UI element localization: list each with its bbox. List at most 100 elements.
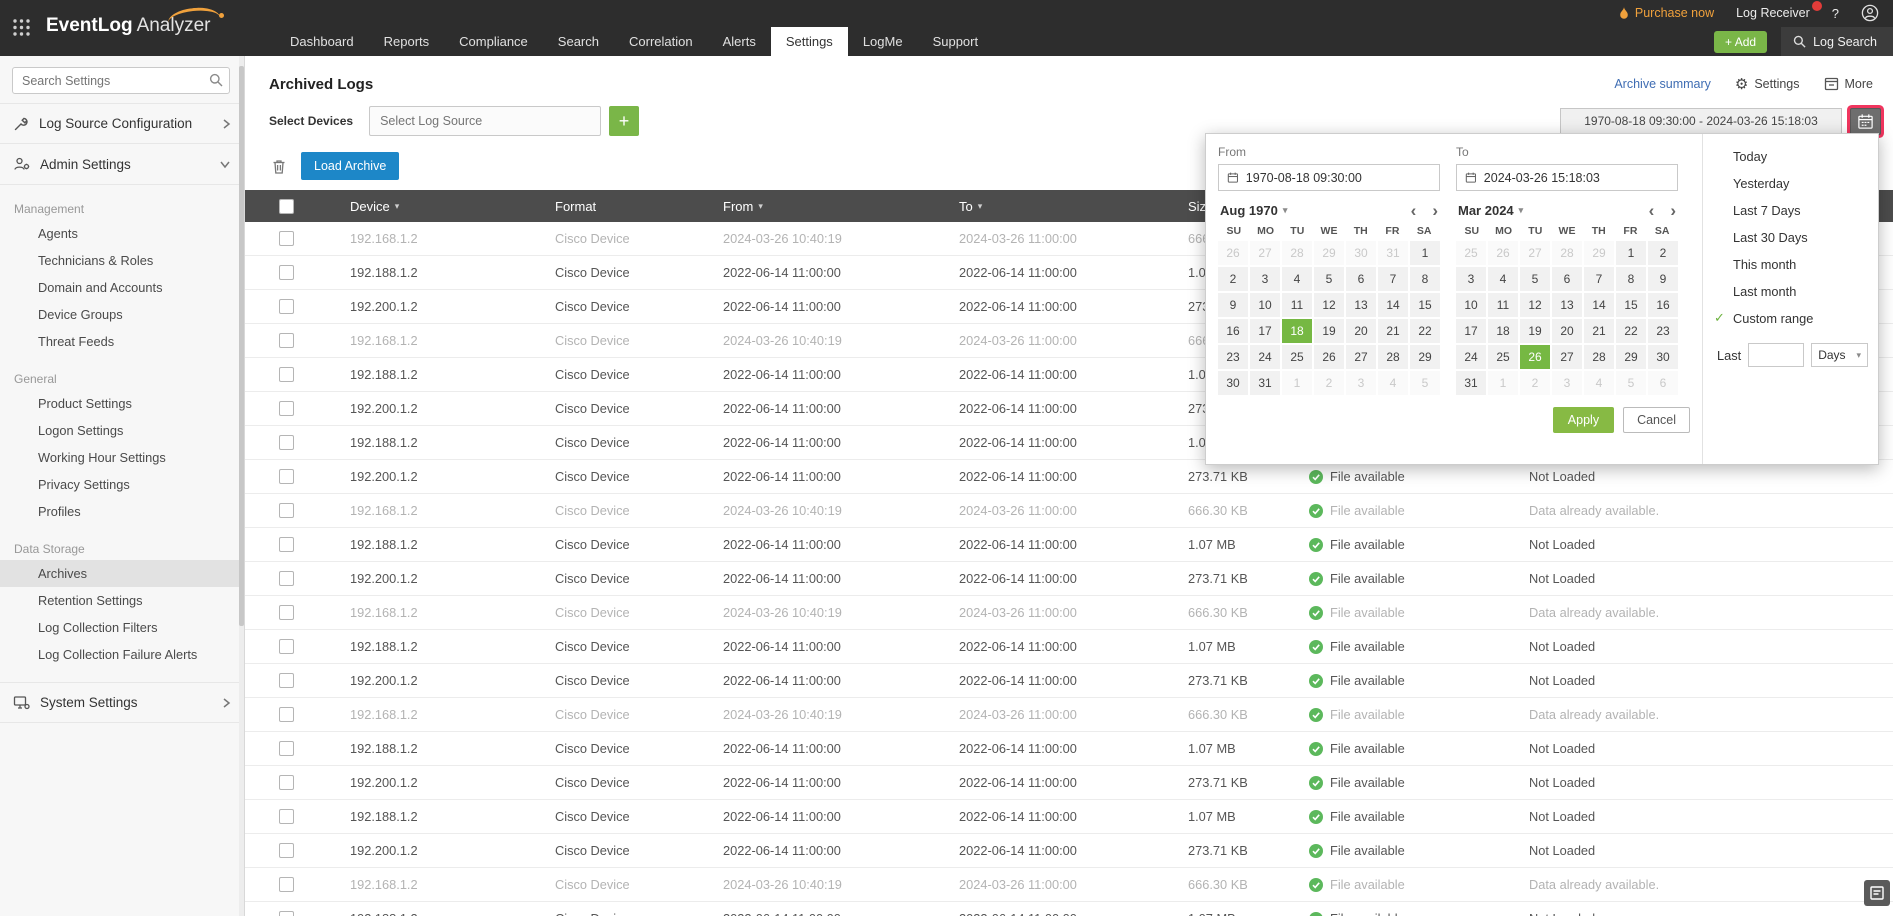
calendar-day[interactable]: 2 — [1218, 267, 1248, 291]
calendar-day[interactable]: 20 — [1552, 319, 1582, 343]
calendar-day[interactable]: 29 — [1314, 241, 1344, 265]
column-header-device[interactable]: Device ▾ — [350, 199, 555, 214]
calendar-day[interactable]: 4 — [1282, 267, 1312, 291]
calendar-day[interactable]: 5 — [1410, 371, 1440, 395]
sidebar-item-retention-settings[interactable]: Retention Settings — [0, 587, 244, 614]
calendar-day[interactable]: 24 — [1456, 345, 1486, 369]
calendar-day[interactable]: 17 — [1250, 319, 1280, 343]
calendar-day[interactable]: 29 — [1616, 345, 1646, 369]
calendar-day[interactable]: 31 — [1378, 241, 1408, 265]
calendar-day[interactable]: 13 — [1346, 293, 1376, 317]
preset-this-month[interactable]: This month — [1703, 251, 1878, 278]
calendar-day[interactable]: 27 — [1346, 345, 1376, 369]
row-checkbox[interactable] — [279, 435, 294, 450]
nav-tab-dashboard[interactable]: Dashboard — [275, 27, 369, 56]
more-action[interactable]: More — [1824, 77, 1873, 91]
console-widget-button[interactable] — [1864, 880, 1890, 906]
calendar-day[interactable]: 3 — [1346, 371, 1376, 395]
to-datetime-input[interactable] — [1483, 170, 1669, 185]
sidebar-item-domain-and-accounts[interactable]: Domain and Accounts — [0, 274, 244, 301]
calendar-day[interactable]: 1 — [1410, 241, 1440, 265]
calendar-day[interactable]: 1 — [1616, 241, 1646, 265]
log-receiver-link[interactable]: Log Receiver — [1736, 1, 1822, 20]
sidebar-item-admin-settings[interactable]: Admin Settings — [0, 144, 244, 185]
calendar-day[interactable]: 5 — [1314, 267, 1344, 291]
calendar-day[interactable]: 14 — [1378, 293, 1408, 317]
calendar-day[interactable]: 29 — [1584, 241, 1614, 265]
calendar-day[interactable]: 1 — [1282, 371, 1312, 395]
nav-tab-compliance[interactable]: Compliance — [444, 27, 543, 56]
calendar-day[interactable]: 25 — [1456, 241, 1486, 265]
preset-last-7-days[interactable]: Last 7 Days — [1703, 197, 1878, 224]
row-checkbox[interactable] — [279, 877, 294, 892]
add-button[interactable]: + Add — [1714, 30, 1768, 53]
sidebar-item-device-groups[interactable]: Device Groups — [0, 301, 244, 328]
log-search-button[interactable]: Log Search — [1781, 27, 1893, 56]
load-archive-button[interactable]: Load Archive — [301, 152, 400, 180]
date-range-display[interactable]: 1970-08-18 09:30:00 - 2024-03-26 15:18:0… — [1560, 108, 1842, 134]
row-checkbox[interactable] — [279, 775, 294, 790]
calendar-day[interactable]: 15 — [1410, 293, 1440, 317]
calendar-day[interactable]: 6 — [1346, 267, 1376, 291]
calendar-day[interactable]: 17 — [1456, 319, 1486, 343]
calendar-day[interactable]: 8 — [1616, 267, 1646, 291]
calendar-day[interactable]: 3 — [1250, 267, 1280, 291]
calendar-day[interactable]: 21 — [1584, 319, 1614, 343]
apply-button[interactable]: Apply — [1552, 407, 1615, 433]
calendar-day[interactable]: 27 — [1552, 345, 1582, 369]
row-checkbox[interactable] — [279, 537, 294, 552]
calendar-day[interactable]: 10 — [1456, 293, 1486, 317]
nav-tab-reports[interactable]: Reports — [369, 27, 445, 56]
calendar-day[interactable]: 18 — [1488, 319, 1518, 343]
calendar-day[interactable]: 23 — [1648, 319, 1678, 343]
select-all-checkbox[interactable] — [279, 198, 294, 214]
row-checkbox[interactable] — [279, 299, 294, 314]
calendar-day[interactable]: 29 — [1410, 345, 1440, 369]
calendar-day[interactable]: 31 — [1250, 371, 1280, 395]
nav-tab-support[interactable]: Support — [918, 27, 994, 56]
calendar-day[interactable]: 28 — [1552, 241, 1582, 265]
sidebar-item-log-collection-filters[interactable]: Log Collection Filters — [0, 614, 244, 641]
help-icon[interactable]: ? — [1832, 6, 1839, 21]
calendar-day[interactable]: 15 — [1616, 293, 1646, 317]
next-month-icon[interactable]: › — [1670, 202, 1676, 219]
row-checkbox[interactable] — [279, 571, 294, 586]
calendar-day[interactable]: 5 — [1520, 267, 1550, 291]
calendar-day[interactable]: 6 — [1648, 371, 1678, 395]
calendar-day[interactable]: 11 — [1488, 293, 1518, 317]
calendar-day[interactable]: 7 — [1378, 267, 1408, 291]
calendar-day[interactable]: 4 — [1488, 267, 1518, 291]
calendar-day[interactable]: 26 — [1314, 345, 1344, 369]
nav-tab-search[interactable]: Search — [543, 27, 614, 56]
calendar-day[interactable]: 8 — [1410, 267, 1440, 291]
row-checkbox[interactable] — [279, 809, 294, 824]
from-month-label[interactable]: Aug 1970 — [1220, 203, 1278, 218]
calendar-day[interactable]: 27 — [1250, 241, 1280, 265]
sidebar-item-agents[interactable]: Agents — [0, 220, 244, 247]
next-month-icon[interactable]: › — [1432, 202, 1438, 219]
calendar-day[interactable]: 25 — [1488, 345, 1518, 369]
sidebar-item-system-settings[interactable]: System Settings — [0, 682, 244, 723]
from-datetime-input[interactable] — [1245, 170, 1431, 185]
prev-month-icon[interactable]: ‹ — [1649, 202, 1655, 219]
calendar-day[interactable]: 25 — [1282, 345, 1312, 369]
row-checkbox[interactable] — [279, 673, 294, 688]
row-checkbox[interactable] — [279, 265, 294, 280]
calendar-day[interactable]: 1 — [1488, 371, 1518, 395]
archive-summary-link[interactable]: Archive summary — [1614, 77, 1711, 91]
app-grid-icon[interactable] — [12, 18, 31, 37]
calendar-day[interactable]: 28 — [1282, 241, 1312, 265]
calendar-day[interactable]: 31 — [1456, 371, 1486, 395]
sidebar-item-threat-feeds[interactable]: Threat Feeds — [0, 328, 244, 355]
column-header-to[interactable]: To ▾ — [959, 199, 1188, 214]
calendar-day[interactable]: 19 — [1314, 319, 1344, 343]
delete-button[interactable] — [271, 158, 287, 175]
sidebar-item-logon-settings[interactable]: Logon Settings — [0, 417, 244, 444]
row-checkbox[interactable] — [279, 503, 294, 518]
calendar-day[interactable]: 13 — [1552, 293, 1582, 317]
row-checkbox[interactable] — [279, 639, 294, 654]
row-checkbox[interactable] — [279, 469, 294, 484]
calendar-day[interactable]: 24 — [1250, 345, 1280, 369]
sidebar-scrollbar-thumb[interactable] — [239, 66, 244, 626]
calendar-button[interactable] — [1850, 107, 1881, 135]
